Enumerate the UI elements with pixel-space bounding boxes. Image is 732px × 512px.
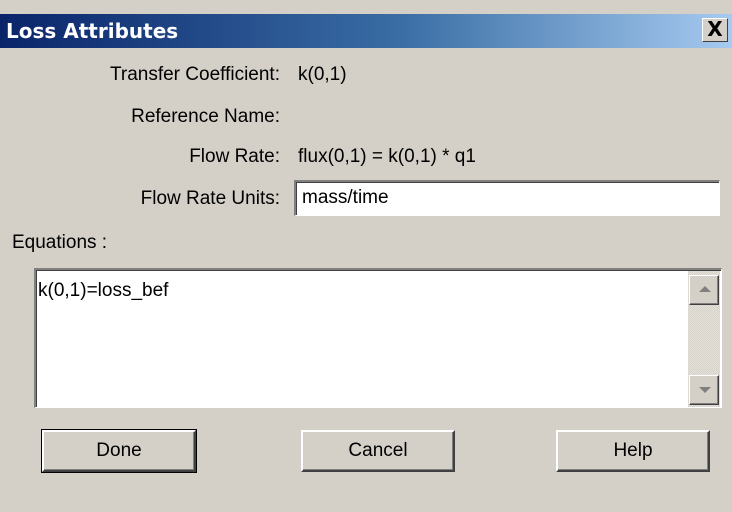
equations-scrollbar[interactable] — [688, 271, 720, 407]
close-icon: X — [707, 17, 723, 41]
title-bar[interactable]: Loss Attributes X — [0, 14, 732, 48]
close-button[interactable]: X — [702, 18, 728, 42]
transfer-coefficient-value: k(0,1) — [298, 64, 347, 85]
flow-rate-value: flux(0,1) = k(0,1) * q1 — [298, 146, 476, 167]
cancel-button[interactable]: Cancel — [301, 430, 455, 472]
scroll-down-button[interactable] — [689, 375, 719, 405]
scroll-up-button[interactable] — [689, 275, 719, 305]
loss-attributes-dialog: Loss Attributes X Transfer Coefficient: … — [0, 0, 732, 512]
equations-text: k(0,1)=loss_bef — [38, 280, 169, 301]
equations-textarea[interactable]: k(0,1)=loss_bef — [34, 268, 722, 408]
arrow-up-icon — [699, 286, 711, 292]
window-title: Loss Attributes — [6, 19, 179, 43]
transfer-coefficient-label: Transfer Coefficient: — [109, 64, 280, 85]
reference-name-label: Reference Name: — [131, 106, 280, 127]
flow-rate-units-label: Flow Rate Units: — [140, 188, 280, 209]
arrow-down-icon — [699, 387, 711, 393]
done-button[interactable]: Done — [41, 429, 197, 473]
help-button[interactable]: Help — [556, 430, 710, 472]
flow-rate-label: Flow Rate: — [189, 146, 280, 167]
flow-rate-units-input[interactable]: mass/time — [294, 180, 720, 216]
flow-rate-units-value: mass/time — [302, 187, 389, 208]
equations-label: Equations : — [12, 232, 108, 253]
